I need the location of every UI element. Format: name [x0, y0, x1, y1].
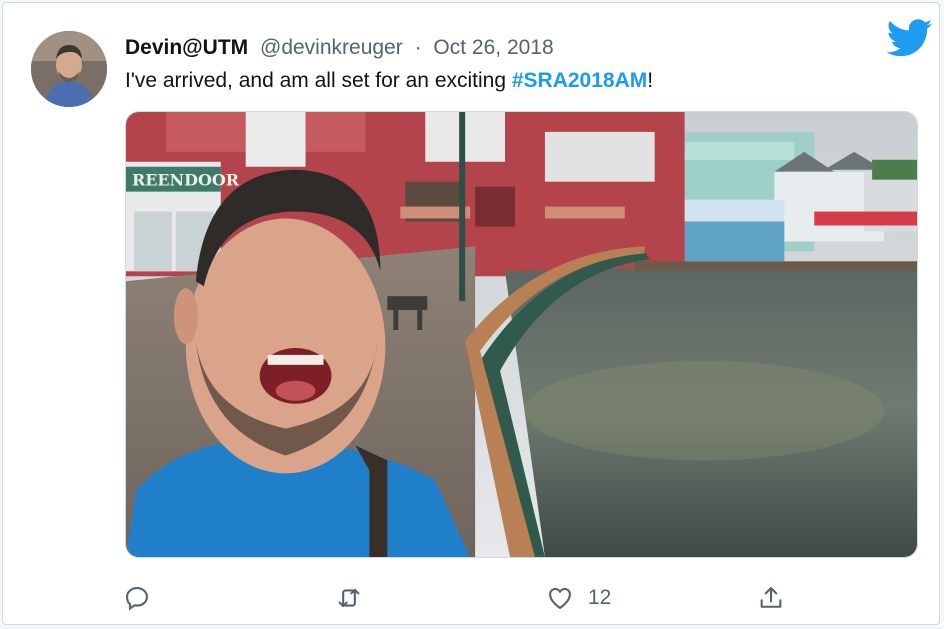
- retweet-icon: [335, 584, 363, 612]
- separator-dot: ·: [414, 36, 422, 59]
- heart-icon: [546, 584, 574, 612]
- twitter-bird-icon[interactable]: [886, 19, 933, 59]
- photo-sign-text: REENDOOR: [132, 171, 240, 190]
- reply-button[interactable]: [123, 581, 165, 615]
- tweet-text-body: I've arrived, and am all set for an exci…: [125, 69, 512, 92]
- tweet-photo[interactable]: REENDOOR: [125, 111, 918, 558]
- tweet-card: Devin@UTM @devinkreuger · Oct 26, 2018 I…: [2, 2, 940, 625]
- tweet-date[interactable]: Oct 26, 2018: [433, 36, 553, 59]
- tweet-text: I've arrived, and am all set for an exci…: [125, 65, 653, 97]
- tweet-text-end: !: [647, 69, 654, 92]
- tweet-header: Devin@UTM @devinkreuger · Oct 26, 2018: [125, 33, 554, 63]
- avatar[interactable]: [31, 31, 107, 107]
- like-button[interactable]: 12: [546, 581, 611, 615]
- retweet-button[interactable]: [335, 581, 377, 615]
- action-bar: 12: [3, 573, 941, 623]
- share-icon: [757, 584, 785, 612]
- share-button[interactable]: [757, 581, 785, 615]
- author-name[interactable]: Devin@UTM: [125, 36, 248, 59]
- author-handle[interactable]: @devinkreuger: [260, 36, 403, 59]
- like-count: 12: [588, 586, 612, 609]
- reply-icon: [123, 584, 151, 612]
- hashtag-link[interactable]: #SRA2018AM: [512, 69, 647, 92]
